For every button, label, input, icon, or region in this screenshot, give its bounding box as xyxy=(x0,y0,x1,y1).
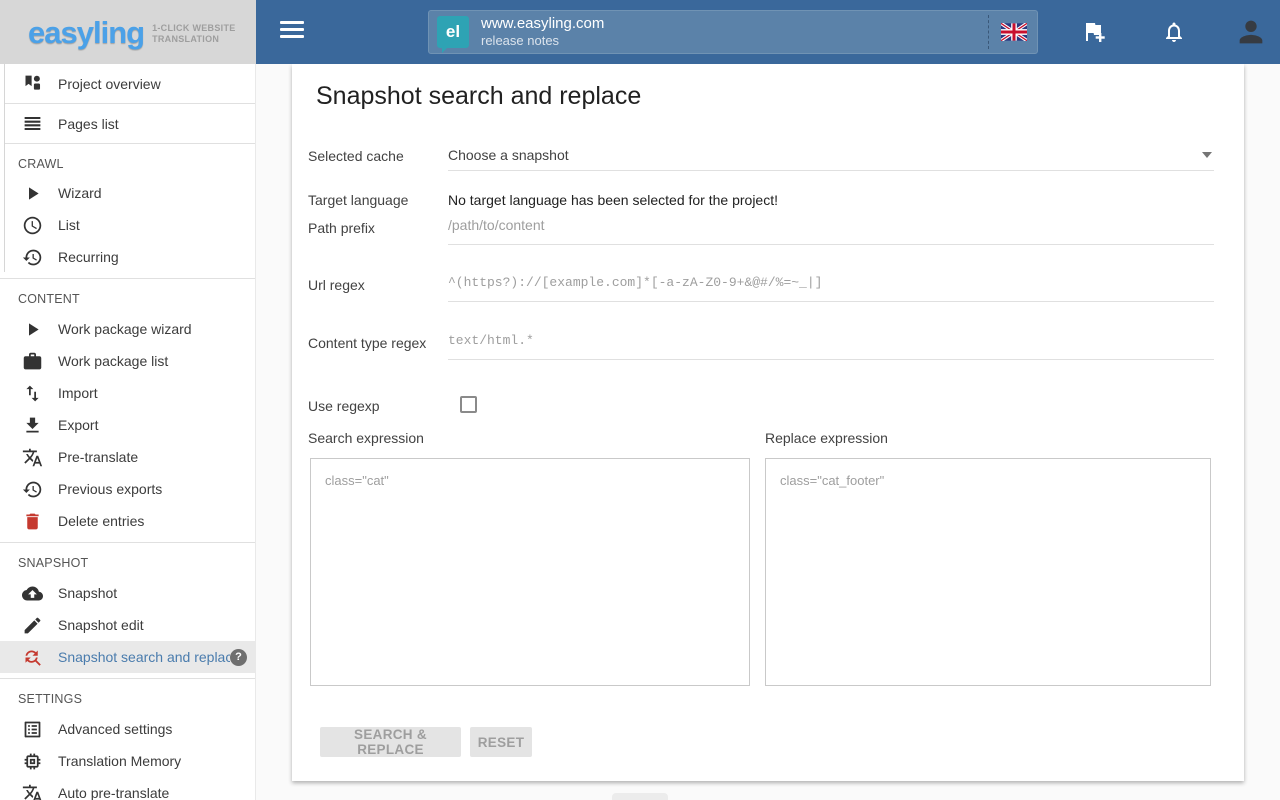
sidebar-scrollbar[interactable] xyxy=(0,64,5,272)
sidebar-item-pages-list[interactable]: Pages list xyxy=(0,104,255,143)
cloud-upload-icon xyxy=(20,581,44,605)
search-expression-label: Search expression xyxy=(308,430,424,446)
sidebar-item-label: Work package list xyxy=(58,353,169,369)
use-regexp-checkbox[interactable] xyxy=(460,396,477,413)
content-type-regex-input[interactable] xyxy=(448,327,1214,360)
sidebar-item-label: Snapshot xyxy=(58,585,118,601)
sidebar-item-label: Project overview xyxy=(58,75,161,92)
import-export-icon xyxy=(20,381,44,405)
sidebar-item-label: Snapshot edit xyxy=(58,617,144,633)
sidebar-item-label: Previous exports xyxy=(58,481,163,497)
sidebar-item-recurring[interactable]: Recurring xyxy=(0,241,255,273)
url-regex-label: Url regex xyxy=(308,277,365,293)
snapshot-search-replace-panel: Snapshot search and replace Selected cac… xyxy=(292,64,1244,781)
sidebar-item-label: Import xyxy=(58,385,98,401)
sidebar-item-work-package-wizard[interactable]: Work package wizard xyxy=(0,313,255,345)
sidebar-item-previous-exports[interactable]: Previous exports xyxy=(0,473,255,505)
project-overview-icon xyxy=(20,72,44,96)
memory-icon xyxy=(20,749,44,773)
use-regexp-label: Use regexp xyxy=(308,398,380,414)
play-icon xyxy=(20,181,44,205)
brand-tagline: 1-CLICK WEBSITE TRANSLATION xyxy=(152,22,236,44)
sidebar-item-label: Work package wizard xyxy=(58,321,192,337)
sidebar-item-auto-pre-translate[interactable]: Auto pre-translate xyxy=(0,777,255,800)
pages-list-icon xyxy=(20,112,44,136)
content-type-regex-label: Content type regex xyxy=(308,335,427,351)
sidebar-item-label: Export xyxy=(58,417,99,433)
url-regex-input[interactable] xyxy=(448,269,1214,302)
uk-flag-icon xyxy=(1001,23,1027,41)
sidebar-item-pre-translate[interactable]: Pre-translate xyxy=(0,441,255,473)
replace-expression-label: Replace expression xyxy=(765,430,888,446)
sidebar-item-import[interactable]: Import xyxy=(0,377,255,409)
selected-cache-value: Choose a snapshot xyxy=(448,147,569,163)
find-replace-icon xyxy=(20,645,44,669)
chevron-down-icon xyxy=(1202,152,1212,158)
sidebar-item-translation-memory[interactable]: Translation Memory xyxy=(0,745,255,777)
sidebar-item-advanced-settings[interactable]: Advanced settings xyxy=(0,713,255,745)
snackbar-peek xyxy=(612,793,668,800)
sidebar-nav: Project overview Pages list CRAWL Wizard Lis… xyxy=(0,64,256,800)
target-language-message: No target language has been selected for… xyxy=(448,192,778,208)
translate-icon xyxy=(20,781,44,800)
sidebar-section-settings: SETTINGS xyxy=(18,692,83,706)
sidebar-item-label: Recurring xyxy=(58,249,119,265)
sidebar-item-work-package-list[interactable]: Work package list xyxy=(0,345,255,377)
sidebar-item-snapshot[interactable]: Snapshot xyxy=(0,577,255,609)
selected-cache-select[interactable]: Choose a snapshot xyxy=(448,140,1214,171)
clock-icon xyxy=(20,213,44,237)
sidebar-item-snapshot-edit[interactable]: Snapshot edit xyxy=(0,609,255,641)
sidebar-section-snapshot: SNAPSHOT xyxy=(18,556,89,570)
sidebar-item-delete-entries[interactable]: Delete entries xyxy=(0,505,255,537)
target-language-label: Target language xyxy=(308,192,409,208)
play-icon xyxy=(20,317,44,341)
notifications-bell-icon[interactable] xyxy=(1162,20,1186,44)
sidebar-item-wizard[interactable]: Wizard xyxy=(0,177,255,209)
list-alt-icon xyxy=(20,717,44,741)
sidebar-item-export[interactable]: Export xyxy=(0,409,255,441)
path-prefix-label: Path prefix xyxy=(308,220,375,236)
path-prefix-input[interactable] xyxy=(448,212,1214,245)
sidebar-item-label: Translation Memory xyxy=(58,753,182,769)
history-icon xyxy=(20,477,44,501)
project-info: www.easyling.com release notes xyxy=(481,15,980,50)
history-icon xyxy=(20,245,44,269)
sidebar-item-label: Auto pre-translate xyxy=(58,785,170,800)
translate-icon xyxy=(20,445,44,469)
add-flag-icon[interactable] xyxy=(1082,20,1106,44)
sidebar-item-label: Snapshot search and replace xyxy=(58,649,230,665)
project-badge: el xyxy=(437,16,469,53)
sidebar-item-list[interactable]: List xyxy=(0,209,255,241)
selected-cache-label: Selected cache xyxy=(308,148,404,164)
sidebar-item-label: Wizard xyxy=(58,185,102,201)
pencil-icon xyxy=(20,613,44,637)
briefcase-icon xyxy=(20,349,44,373)
menu-icon[interactable] xyxy=(280,21,304,43)
sidebar-section-content: CONTENT xyxy=(18,292,80,306)
project-selector[interactable]: el www.easyling.com release notes xyxy=(428,10,1038,54)
trash-icon xyxy=(20,509,44,533)
search-replace-button[interactable]: SEARCH & REPLACE xyxy=(320,727,461,757)
sidebar-item-label: Delete entries xyxy=(58,513,145,529)
sidebar-section-crawl: CRAWL xyxy=(18,156,64,171)
top-app-bar: easyling 1-CLICK WEBSITE TRANSLATION el … xyxy=(0,0,1280,64)
sidebar-item-snapshot-search-and-replace[interactable]: Snapshot search and replace? xyxy=(0,641,255,673)
sidebar-item-project-overview[interactable]: Project overview xyxy=(0,64,255,103)
brand-logo: easyling xyxy=(28,14,145,50)
search-expression-textarea[interactable] xyxy=(310,458,750,686)
brand-logo-area[interactable]: easyling 1-CLICK WEBSITE TRANSLATION xyxy=(0,0,256,64)
replace-expression-textarea[interactable] xyxy=(765,458,1211,686)
user-avatar-icon[interactable] xyxy=(1234,15,1268,49)
sidebar-item-label: Advanced settings xyxy=(58,721,173,737)
page-title: Snapshot search and replace xyxy=(316,82,642,110)
reset-button[interactable]: RESET xyxy=(470,727,532,757)
help-icon[interactable]: ? xyxy=(230,648,247,666)
project-domain: www.easyling.com xyxy=(481,14,605,32)
sidebar-item-label: Pages list xyxy=(58,115,119,132)
separator xyxy=(988,15,989,49)
sidebar-item-label: Pre-translate xyxy=(58,449,139,465)
download-icon xyxy=(20,413,44,437)
project-subtitle: release notes xyxy=(481,33,560,49)
sidebar-item-label: List xyxy=(58,217,80,233)
